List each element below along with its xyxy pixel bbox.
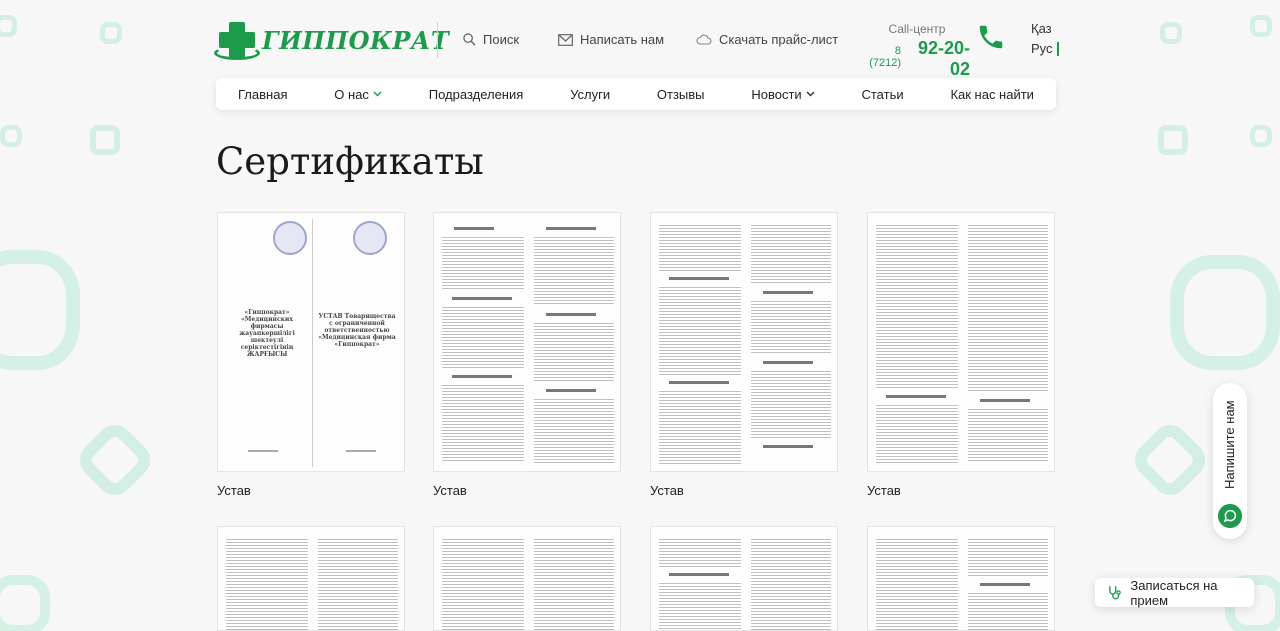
write-us-widget[interactable]: Напишите нам (1213, 383, 1247, 539)
document-thumbnail (433, 212, 621, 472)
write-us-widget-label: Напишите нам (1222, 400, 1237, 490)
nav-item-about[interactable]: О нас (334, 87, 382, 102)
cover-heading-left: «Гиппократ» «Медицинских фирмасы жауапке… (239, 309, 295, 358)
phone-icon[interactable] (976, 22, 1006, 52)
nav-label: Отзывы (656, 86, 705, 102)
nav-label: Главная (238, 86, 288, 102)
document-card[interactable] (217, 526, 405, 631)
document-thumbnail (650, 212, 838, 472)
document-card[interactable] (433, 526, 621, 631)
nav-item-departments[interactable]: Подразделения (429, 87, 524, 102)
medical-cross-icon (214, 20, 260, 60)
envelope-icon (558, 33, 573, 46)
nav-label: Статьи (861, 86, 904, 102)
stamp-image (353, 221, 387, 255)
write-us-label: Написать нам (580, 32, 665, 47)
document-thumbnail (650, 526, 838, 631)
nav-item-articles[interactable]: Статьи (861, 87, 903, 102)
document-card[interactable]: Устав (433, 212, 621, 498)
write-us-link[interactable]: Написать нам (558, 32, 664, 47)
search-label: Поиск (483, 32, 520, 47)
document-thumbnail (217, 526, 405, 631)
stamp-image (273, 221, 307, 255)
page-title: Сертификаты (216, 140, 484, 183)
download-price-label: Скачать прайс-лист (719, 32, 839, 47)
document-caption: Устав (217, 483, 251, 498)
document-card[interactable]: «Гиппократ» «Медицинских фирмасы жауапке… (217, 212, 405, 498)
main-nav: Главная О нас Подразделения Услуги Отзыв… (216, 78, 1056, 110)
chevron-down-icon (806, 91, 815, 97)
phone-number[interactable]: 92-20-02 (905, 38, 970, 80)
cloud-download-icon (696, 34, 712, 45)
document-card[interactable] (867, 526, 1055, 631)
document-card[interactable]: Устав (650, 212, 838, 498)
nav-item-reviews[interactable]: Отзывы (657, 87, 705, 102)
phone-code: 8 (7212) (869, 45, 901, 69)
search-link[interactable]: Поиск (463, 32, 519, 47)
book-appointment-label: Записаться на прием (1130, 577, 1218, 608)
nav-item-contacts[interactable]: Как нас найти (950, 87, 1034, 102)
search-icon (463, 33, 476, 46)
call-center: Call-центр 8 (7212) 92-20-02 (864, 22, 970, 80)
lang-ru[interactable]: Рус (1031, 42, 1059, 56)
document-thumbnail (433, 526, 621, 631)
logo[interactable]: ГИППОКРАТ (214, 20, 450, 60)
nav-label: Новости (751, 86, 802, 102)
document-card[interactable] (650, 526, 838, 631)
book-appointment-button[interactable]: Записаться на прием (1095, 577, 1254, 608)
nav-label: О нас (334, 86, 369, 102)
site-header: ГИППОКРАТ Поиск Написать нам Скачать пра… (214, 0, 1059, 80)
stethoscope-icon (1109, 585, 1121, 599)
lang-kz[interactable]: Қаз (1031, 19, 1059, 39)
cover-heading-right: УСТАВ Товарищества с ограниченной ответс… (318, 313, 396, 348)
nav-item-services[interactable]: Услуги (570, 87, 610, 102)
document-caption: Устав (433, 483, 467, 498)
document-card[interactable]: Устав (867, 212, 1055, 498)
document-caption: Устав (650, 483, 684, 498)
whatsapp-icon (1218, 504, 1242, 528)
nav-label: Как нас найти (950, 86, 1034, 102)
nav-label: Подразделения (428, 86, 524, 102)
document-thumbnail-cover: «Гиппократ» «Медицинских фирмасы жауапке… (217, 212, 405, 472)
language-switcher: Қаз Рус (1031, 19, 1059, 59)
document-thumbnail (867, 212, 1055, 472)
document-thumbnail (867, 526, 1055, 631)
nav-label: Услуги (570, 86, 611, 102)
nav-item-news[interactable]: Новости (751, 86, 815, 102)
document-caption: Устав (867, 483, 901, 498)
logo-text: ГИППОКРАТ (262, 25, 450, 55)
download-price-link[interactable]: Скачать прайс-лист (696, 32, 838, 47)
nav-item-home[interactable]: Главная (238, 87, 287, 102)
chevron-down-icon (373, 91, 382, 97)
call-center-label: Call-центр (888, 22, 946, 36)
header-divider (437, 22, 438, 58)
